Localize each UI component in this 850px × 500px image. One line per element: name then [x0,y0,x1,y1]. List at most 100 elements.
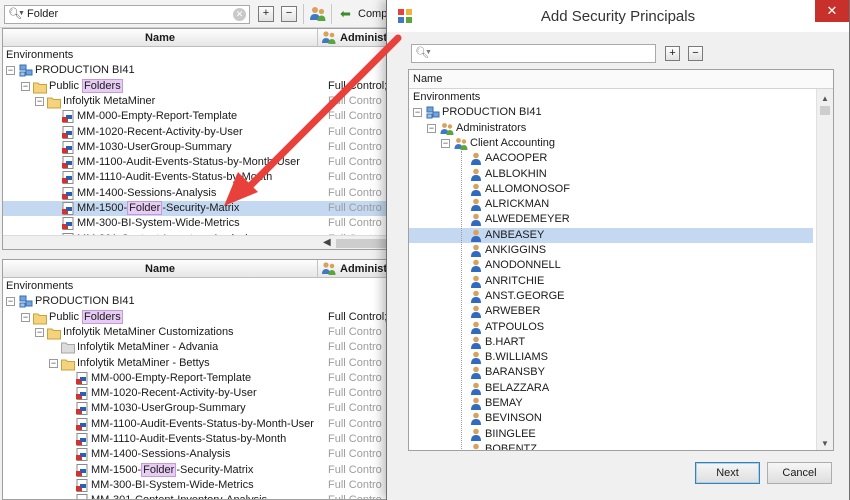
tree-row[interactable]: MM-1020-Recent-Activity-by-User Full Cont… [3,125,399,140]
tree-row-group[interactable]: − Client Accounting [409,136,813,151]
user-item[interactable]: ANBEASEY [409,227,813,243]
column-header: Name Administ [3,29,399,47]
tree-row[interactable]: MM-1030-UserGroup-Summary Full Contro [3,401,399,416]
user-item[interactable]: ANRITCHIE [409,274,813,289]
permission-value: Full Contro [328,186,382,199]
tree-row[interactable]: MM-1020-Recent-Activity-by-User Full Cont… [3,386,399,401]
chevron-down-icon[interactable]: ▼ [425,49,432,56]
tree-row[interactable]: MM-1110-Audit-Events-Status-by-Month Full… [3,170,399,185]
user-item[interactable]: BELAZZARA [409,381,813,396]
tree-row[interactable]: Environments [3,48,399,63]
user-item[interactable]: ANODONNELL [409,258,813,273]
scroll-left-icon[interactable]: ◀ [323,237,331,248]
label-part: Public [49,79,83,92]
expand-all-button[interactable]: + [665,46,680,61]
collapse-node-icon[interactable]: − [21,312,30,322]
user-item[interactable]: ALRICKMAN [409,197,813,212]
tree-row[interactable]: − Infolytik MetaMiner Full Contro [3,94,399,109]
user-item[interactable]: ARWEBER [409,304,813,319]
tree-row[interactable]: MM-300-BI-System-Wide-Metrics Full Contro [3,478,399,493]
tree-row[interactable]: MM-1100-Audit-Events-Status-by-Month-Use… [3,155,399,170]
collapse-node-icon[interactable]: − [427,123,436,133]
collapse-node-icon[interactable]: − [21,81,30,91]
user-item[interactable]: ANKIGGINS [409,243,813,258]
expand-all-button[interactable]: + [258,6,274,22]
tree-row-label: Infolytik MetaMiner - Advania [77,341,219,354]
tree-row[interactable]: Infolytik MetaMiner - Advania Full Contro [3,340,399,355]
collapse-all-button[interactable]: − [281,6,297,22]
tree-row[interactable]: − PRODUCTION BI41 [3,63,399,78]
permission-value: Full Contro [328,171,382,184]
user-item[interactable]: BOBENTZ [409,442,813,450]
user-item[interactable]: ANST.GEORGE [409,289,813,304]
dialog-titlebar[interactable]: Add Security Principals ✕ [387,0,849,32]
collapse-node-icon[interactable]: − [35,327,44,337]
compare-button[interactable]: ⬅ Compa [340,6,393,22]
tree-row[interactable]: MM-000-Empty-Report-Template Full Contro [3,371,399,386]
collapse-node-icon[interactable]: − [6,297,15,307]
tree-row[interactable]: MM-1400-Sessions-Analysis Full Contro [3,447,399,462]
user-item[interactable]: ALBLOKHIN [409,167,813,182]
collapse-node-icon[interactable]: − [49,358,58,368]
user-item[interactable]: BIINGLEE [409,427,813,442]
vertical-scrollbar[interactable]: ▲ ▼ [816,89,833,450]
tree-row[interactable]: MM-1500- Folder -Security-Matrix Full Contr… [3,201,399,217]
principal-search-input[interactable]: 🔍︎ ▼ [411,44,656,63]
user-item[interactable]: BEVINSON [409,411,813,426]
user-item[interactable]: BEMAY [409,396,813,411]
close-button[interactable]: ✕ [815,0,849,22]
user-item[interactable]: ALLOMONOSOF [409,182,813,197]
tree-row[interactable]: − PRODUCTION BI41 [3,294,399,309]
collapse-node-icon[interactable]: − [6,66,15,76]
security-tree-top[interactable]: Name Administ Environments − PRODUCTION BI… [2,28,400,250]
tree-row[interactable]: − Infolytik MetaMiner - Bettys Full Contro [3,356,399,371]
tree-row-environments[interactable]: Environments [409,90,813,105]
principals-tree[interactable]: Name Environments − PRODUCTION BI41− Admini… [408,69,834,451]
dialog-title: Add Security Principals [540,8,696,25]
users-icon[interactable] [309,5,327,23]
tree-row[interactable]: − Public Folders Full Control; R [3,78,399,94]
collapse-node-icon[interactable]: − [35,96,44,106]
tree-row[interactable]: MM-1030-UserGroup-Summary Full Contro [3,140,399,155]
tree-row-label: Administrators [456,121,527,134]
tree-row-server[interactable]: − PRODUCTION BI41 [409,105,813,120]
tree-row[interactable]: − Infolytik MetaMiner Customizations Full … [3,325,399,340]
column-administrators[interactable]: Administ [321,29,387,47]
tree-row[interactable]: MM-000-Empty-Report-Template Full Contro [3,109,399,124]
tree-row[interactable]: − Public Folders Full Control; R [3,309,399,325]
collapse-node-icon[interactable]: − [441,138,450,148]
tree-row[interactable]: MM-301-Content-Inventory-Analysis Full Co… [3,493,399,499]
chevron-down-icon[interactable]: ▼ [18,10,25,17]
tree-row[interactable]: MM-1500- Folder -Security-Matrix Full Contr… [3,462,399,478]
column-name[interactable]: Name [3,29,318,47]
tree-row[interactable]: MM-300-BI-System-Wide-Metrics Full Contro [3,216,399,231]
collapse-node-icon[interactable]: − [413,108,422,118]
tree-row[interactable]: MM-1400-Sessions-Analysis Full Contro [3,186,399,201]
scroll-up-icon[interactable]: ▲ [821,94,829,103]
tree-row[interactable]: Environments [3,279,399,294]
tree-row-label: Public Folders [49,78,123,93]
cancel-button[interactable]: Cancel [767,462,832,484]
column-header[interactable]: Name [409,70,833,89]
column-name[interactable]: Name [3,260,318,278]
collapse-all-button[interactable]: − [688,46,703,61]
user-item[interactable]: ALWEDEMEYER [409,212,813,227]
clear-search-icon[interactable]: ✕ [233,8,246,21]
next-button[interactable]: Next [695,462,760,484]
security-tree-bottom[interactable]: Name Administ Environments − PRODUCTION BI… [2,259,400,500]
permission-value: Full Contro [328,478,382,491]
horizontal-scrollbar[interactable]: ◀ [3,235,399,249]
search-input[interactable]: 🔍︎ ▼ Folder ✕ [4,5,250,24]
tree-row-group[interactable]: − Administrators [409,121,813,136]
user-item[interactable]: ATPOULOS [409,320,813,335]
scroll-down-icon[interactable]: ▼ [821,439,829,448]
user-item[interactable]: AACOOPER [409,151,813,166]
user-item[interactable]: BARANSBY [409,365,813,380]
tree-row[interactable]: MM-1110-Audit-Events-Status-by-Month Full… [3,432,399,447]
user-item[interactable]: B.WILLIAMS [409,350,813,365]
scrollbar-thumb[interactable] [820,106,830,115]
user-item[interactable]: B.HART [409,335,813,350]
permission-value: Full Contro [328,433,382,445]
column-administrators[interactable]: Administ [321,260,387,278]
tree-row[interactable]: MM-1100-Audit-Events-Status-by-Month-Use… [3,417,399,432]
